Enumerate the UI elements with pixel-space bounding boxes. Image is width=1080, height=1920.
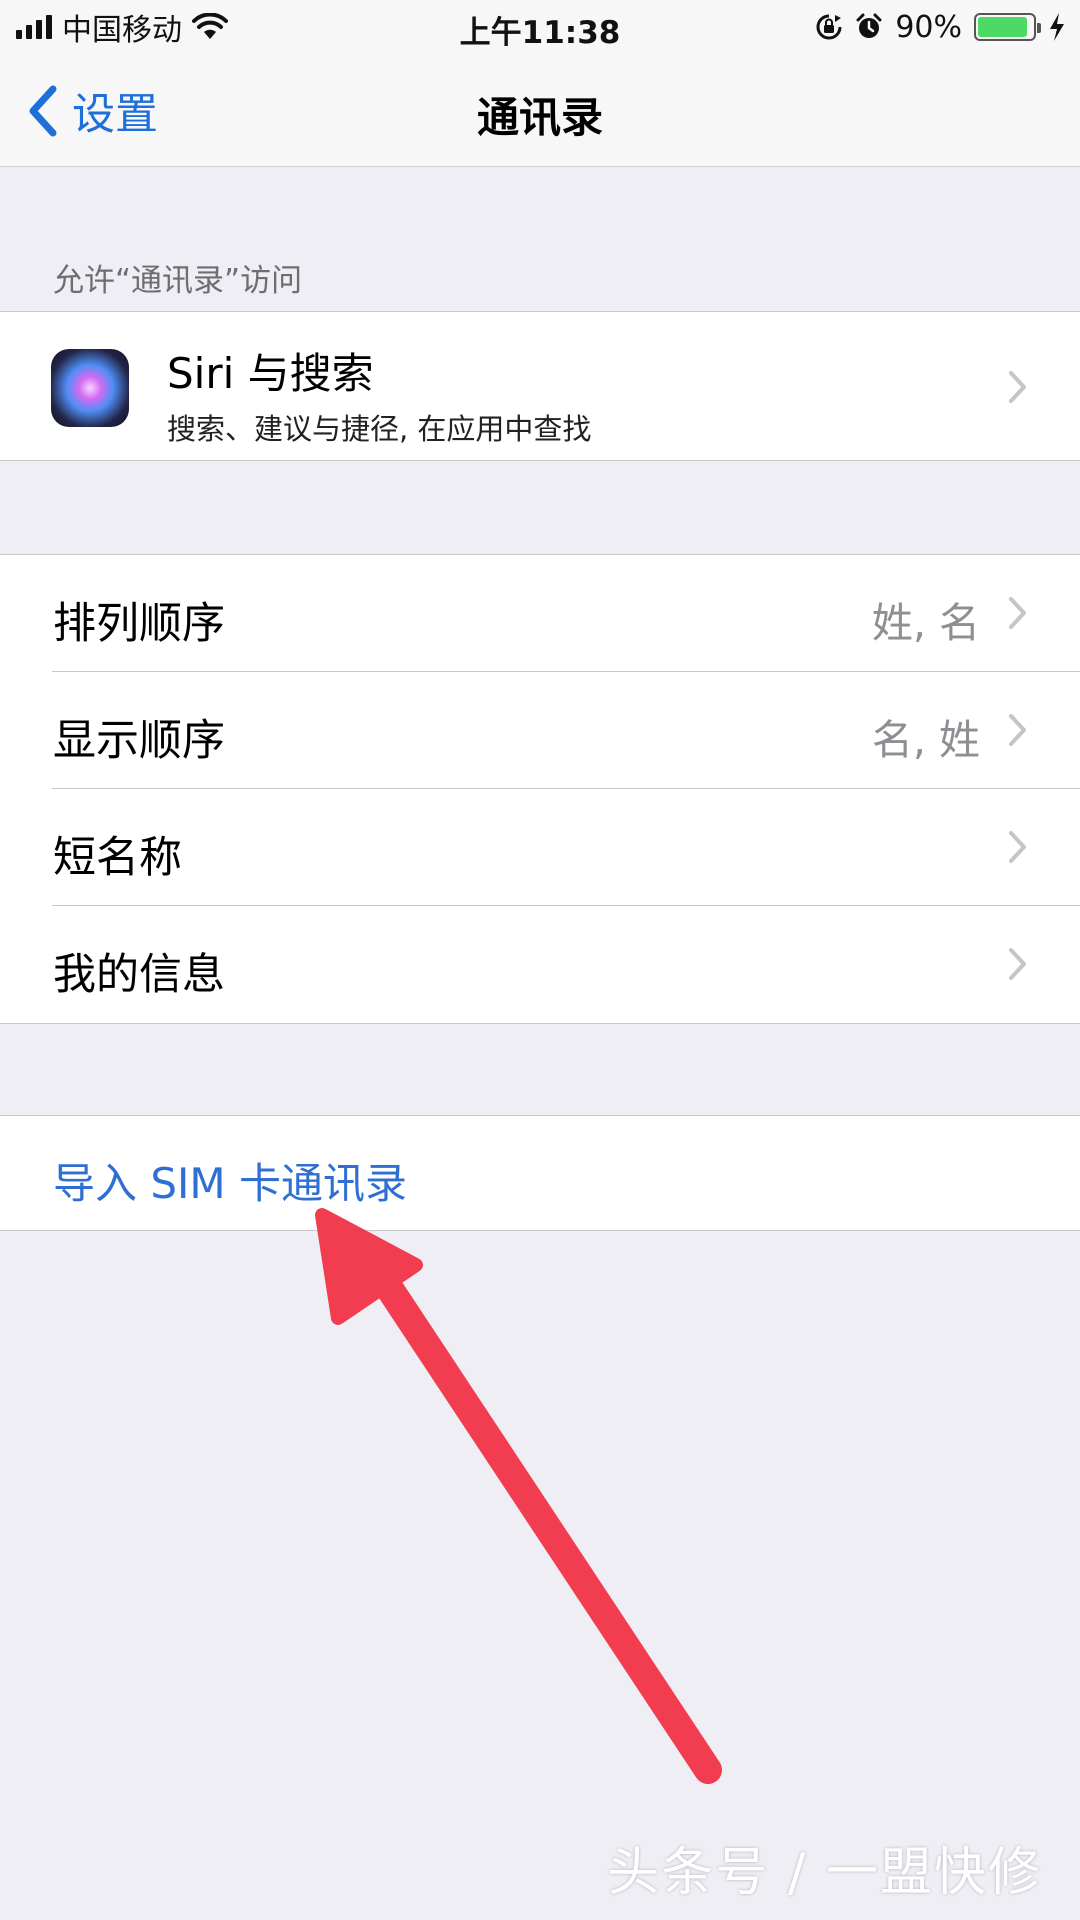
rotation-lock-icon — [816, 14, 842, 40]
status-right: 90% — [815, 8, 1066, 46]
row-label: 排列顺序 — [53, 599, 225, 649]
chevron-right-icon — [1009, 597, 1026, 629]
settings-row-my-info[interactable]: 我的信息 — [0, 906, 1080, 1023]
import-sim-contacts-button[interactable]: 导入 SIM 卡通讯录 — [0, 1115, 1080, 1231]
siri-search-row[interactable]: Siri 与搜索 搜索、建议与捷径, 在应用中查找 — [0, 311, 1080, 461]
watermark-text: 头条号 / 一盟快修 — [607, 1843, 1042, 1903]
siri-row-title: Siri 与搜索 — [167, 349, 374, 398]
chevron-right-icon — [1009, 948, 1026, 980]
row-label: 显示顺序 — [53, 716, 225, 766]
navigation-bar: 设置 通讯录 — [0, 54, 1080, 167]
screen: 中国移动 上午11:38 90% 设置 通讯录 允许“通讯录”访问 Siri 与… — [0, 0, 1080, 1920]
import-sim-contacts-label: 导入 SIM 卡通讯录 — [53, 1159, 407, 1208]
settings-row-display-order[interactable]: 显示顺序 名, 姓 — [0, 672, 1080, 789]
siri-icon — [51, 349, 129, 427]
row-label: 短名称 — [53, 833, 182, 883]
chevron-right-icon — [1009, 831, 1026, 863]
settings-row-short-name[interactable]: 短名称 — [0, 789, 1080, 906]
battery-fill — [978, 17, 1027, 37]
chevron-right-icon — [1009, 371, 1026, 403]
charging-icon — [1050, 13, 1064, 41]
contacts-settings-group: 排列顺序 姓, 名 显示顺序 名, 姓 短名称 我的信息 — [0, 554, 1080, 1024]
siri-row-subtitle: 搜索、建议与捷径, 在应用中查找 — [167, 412, 592, 446]
row-value: 姓, 名 — [871, 599, 980, 647]
battery-icon — [974, 13, 1041, 41]
chevron-right-icon — [1009, 714, 1026, 746]
row-value: 名, 姓 — [871, 716, 980, 764]
page-title: 通讯录 — [476, 93, 603, 142]
battery-percent: 90% — [895, 9, 962, 45]
status-bar: 中国移动 上午11:38 90% — [0, 0, 1080, 54]
alarm-icon — [856, 13, 882, 38]
settings-row-sort-order[interactable]: 排列顺序 姓, 名 — [0, 555, 1080, 672]
section-header-access: 允许“通讯录”访问 — [53, 263, 303, 299]
row-label: 我的信息 — [53, 950, 225, 1000]
